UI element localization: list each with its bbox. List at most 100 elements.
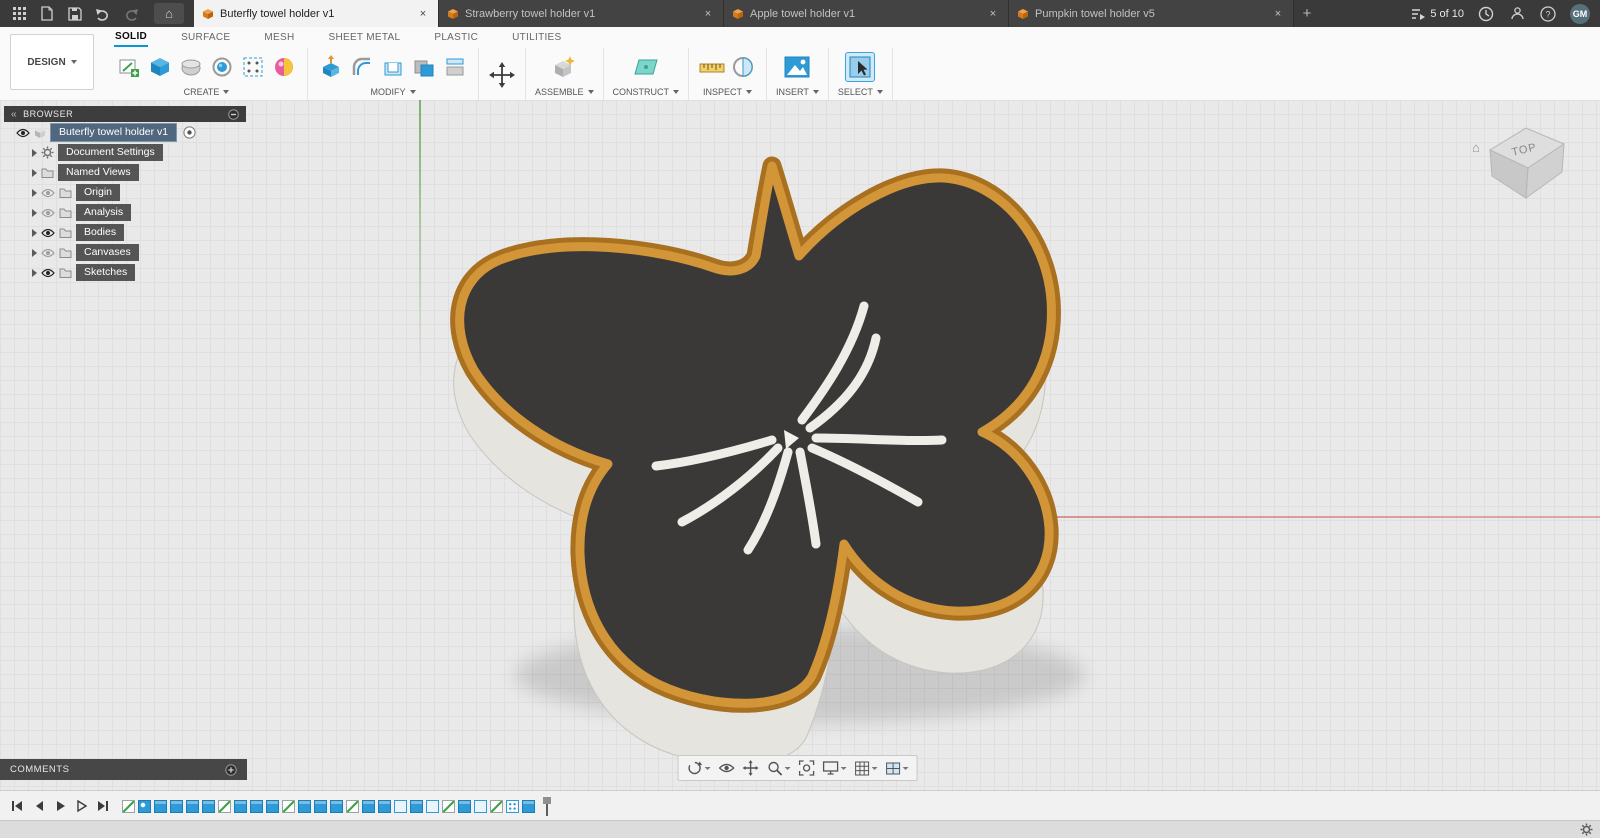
- browser-row-canvases[interactable]: Canvases: [4, 243, 246, 262]
- document-tab-pumpkin[interactable]: Pumpkin towel holder v5 ×: [1009, 0, 1294, 27]
- file-menu-icon[interactable]: [38, 5, 56, 23]
- timeline-feature-extrude-icon[interactable]: [314, 799, 327, 813]
- timeline-feature-extrude-icon[interactable]: [378, 799, 391, 813]
- timeline-feature-extrude-icon[interactable]: [298, 799, 311, 813]
- step-forward-icon[interactable]: [75, 799, 87, 813]
- visibility-eye-icon[interactable]: [16, 128, 30, 138]
- browser-root-label[interactable]: Buterfly towel holder v1: [50, 123, 178, 142]
- redo-icon[interactable]: [122, 5, 140, 23]
- visibility-eye-icon[interactable]: [41, 248, 55, 258]
- expand-arrow-icon[interactable]: [32, 208, 37, 217]
- timeline-feature-extrude-icon[interactable]: [154, 799, 167, 813]
- timeline-feature-extrude-icon[interactable]: [330, 799, 343, 813]
- visibility-eye-icon[interactable]: [41, 188, 55, 198]
- display-settings-icon[interactable]: [820, 759, 850, 777]
- visibility-eye-icon[interactable]: [41, 268, 55, 278]
- offset-face-icon[interactable]: [441, 53, 469, 81]
- close-tab-icon[interactable]: ×: [701, 7, 715, 21]
- timeline-feature-extrude-icon[interactable]: [410, 799, 423, 813]
- skip-to-end-icon[interactable]: [96, 799, 110, 813]
- timeline-feature-sketch-icon[interactable]: [346, 799, 359, 813]
- expand-arrow-icon[interactable]: [32, 248, 37, 257]
- pattern-icon[interactable]: [239, 53, 267, 81]
- visibility-eye-icon[interactable]: [41, 228, 55, 238]
- move-copy-icon[interactable]: [488, 61, 516, 89]
- timeline-feature-box-icon[interactable]: [474, 799, 487, 813]
- timeline-settings-gear-icon[interactable]: [1580, 823, 1593, 836]
- measure-icon[interactable]: [698, 53, 726, 81]
- extensions-clock-icon[interactable]: [1477, 5, 1495, 23]
- collapse-panel-icon[interactable]: «: [11, 109, 17, 120]
- browser-header[interactable]: « BROWSER: [4, 106, 246, 122]
- select-cursor-icon[interactable]: [845, 52, 876, 82]
- tab-utilities[interactable]: UTILITIES: [511, 29, 562, 46]
- timeline-feature-extrude-icon[interactable]: [522, 799, 535, 813]
- undo-icon[interactable]: [94, 5, 112, 23]
- tab-plastic[interactable]: PLASTIC: [433, 29, 479, 46]
- inspect-menu[interactable]: INSPECT: [703, 87, 753, 97]
- step-back-icon[interactable]: [33, 799, 45, 813]
- timeline-feature-sketch-icon[interactable]: [282, 799, 295, 813]
- expand-comments-icon[interactable]: [225, 763, 237, 776]
- expand-arrow-icon[interactable]: [32, 148, 37, 157]
- timeline-feature-canvas-icon[interactable]: [138, 799, 151, 813]
- browser-root-row[interactable]: Buterfly towel holder v1: [4, 123, 246, 142]
- minimize-panel-icon[interactable]: [228, 108, 239, 120]
- insert-menu[interactable]: INSERT: [776, 87, 819, 97]
- tab-solid[interactable]: SOLID: [114, 28, 149, 47]
- browser-row-sketches[interactable]: Sketches: [4, 263, 246, 282]
- press-pull-icon[interactable]: [317, 53, 345, 81]
- expand-arrow-icon[interactable]: [32, 268, 37, 277]
- section-analysis-icon[interactable]: [729, 53, 757, 81]
- timeline-feature-marker-icon[interactable]: [543, 796, 551, 816]
- expand-arrow-icon[interactable]: [32, 188, 37, 197]
- timeline-feature-box-icon[interactable]: [426, 799, 439, 813]
- comments-panel[interactable]: COMMENTS: [0, 759, 247, 780]
- fillet-icon[interactable]: [348, 53, 376, 81]
- document-tab-butterfly[interactable]: Buterfly towel holder v1 ×: [194, 0, 439, 27]
- insert-canvas-icon[interactable]: [783, 53, 811, 81]
- fit-view-icon[interactable]: [796, 758, 818, 778]
- browser-item-label[interactable]: Named Views: [58, 164, 139, 181]
- assemble-menu[interactable]: ASSEMBLE: [535, 87, 594, 97]
- timeline-feature-sketch-icon[interactable]: [218, 799, 231, 813]
- notifications-icon[interactable]: [1508, 5, 1526, 23]
- browser-row-bodies[interactable]: Bodies: [4, 223, 246, 242]
- timeline-feature-box-icon[interactable]: [394, 799, 407, 813]
- close-tab-icon[interactable]: ×: [986, 7, 1000, 21]
- create-menu[interactable]: CREATE: [184, 87, 230, 97]
- viewcube-home-icon[interactable]: ⌂: [1472, 140, 1480, 155]
- close-tab-icon[interactable]: ×: [416, 7, 430, 21]
- timeline-feature-sketch-icon[interactable]: [490, 799, 503, 813]
- revolve-icon[interactable]: [208, 53, 236, 81]
- timeline-feature-extrude-icon[interactable]: [186, 799, 199, 813]
- workspace-switcher[interactable]: DESIGN: [10, 34, 94, 90]
- document-tab-apple[interactable]: Apple towel holder v1 ×: [724, 0, 1009, 27]
- browser-row-origin[interactable]: Origin: [4, 183, 246, 202]
- tab-surface[interactable]: SURFACE: [180, 29, 231, 46]
- play-icon[interactable]: [54, 799, 66, 813]
- timeline-feature-extrude-icon[interactable]: [362, 799, 375, 813]
- document-tab-strawberry[interactable]: Strawberry towel holder v1 ×: [439, 0, 724, 27]
- new-component-icon[interactable]: [550, 53, 578, 81]
- timeline-feature-extrude-icon[interactable]: [170, 799, 183, 813]
- skip-to-start-icon[interactable]: [10, 799, 24, 813]
- browser-row-analysis[interactable]: Analysis: [4, 203, 246, 222]
- timeline-feature-extrude-icon[interactable]: [202, 799, 215, 813]
- create-sketch-icon[interactable]: [115, 53, 143, 81]
- browser-row-document-settings[interactable]: Document Settings: [4, 143, 246, 162]
- modify-menu[interactable]: MODIFY: [371, 87, 416, 97]
- browser-item-label[interactable]: Canvases: [76, 244, 139, 261]
- close-tab-icon[interactable]: ×: [1271, 7, 1285, 21]
- new-document-tab-button[interactable]: +: [1294, 0, 1320, 27]
- browser-item-label[interactable]: Analysis: [76, 204, 132, 221]
- orbit-icon[interactable]: [684, 758, 714, 778]
- construct-menu[interactable]: CONSTRUCT: [613, 87, 680, 97]
- activate-component-radio[interactable]: [183, 126, 196, 139]
- save-icon[interactable]: [66, 5, 84, 23]
- primitive-box-icon[interactable]: [146, 53, 174, 81]
- tab-mesh[interactable]: MESH: [263, 29, 295, 46]
- look-at-icon[interactable]: [716, 760, 738, 776]
- timeline-feature-pattern-icon[interactable]: [506, 799, 519, 813]
- create-form-icon[interactable]: [177, 53, 205, 81]
